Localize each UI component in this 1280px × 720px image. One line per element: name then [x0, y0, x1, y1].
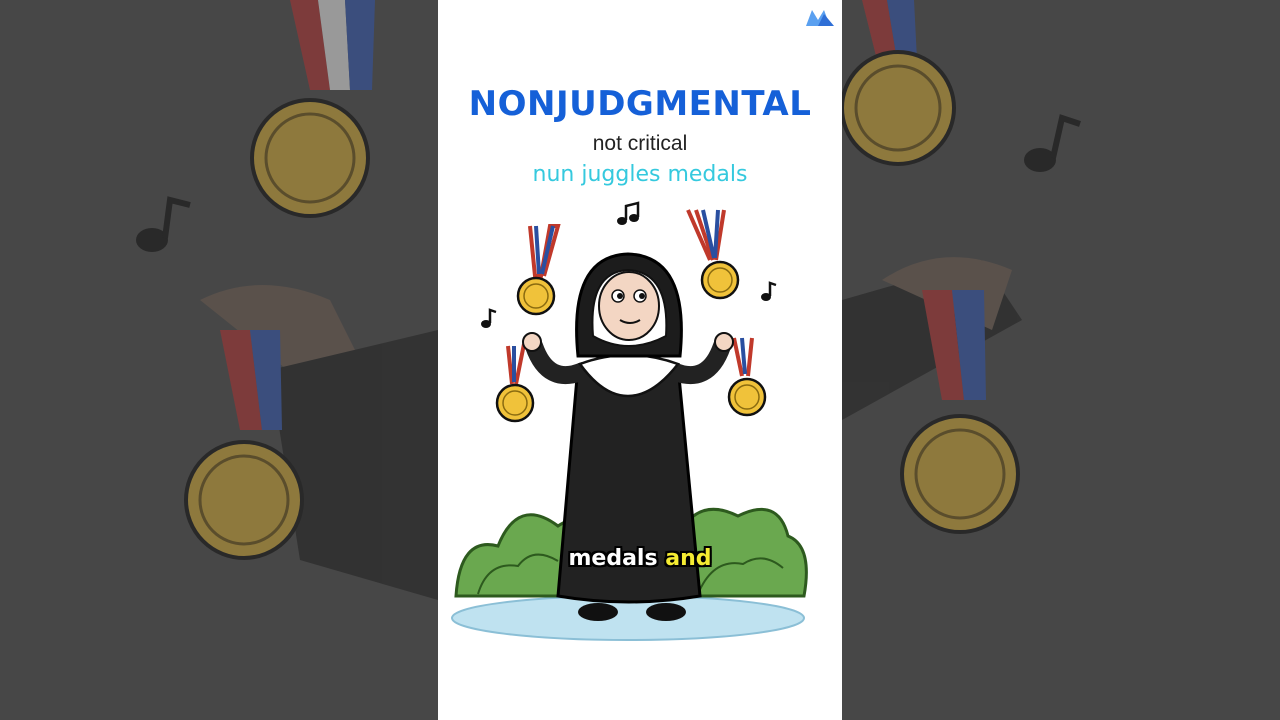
- medal-icon: [727, 337, 767, 417]
- video-frame: NONJUDGMENTAL not critical nun juggles m…: [438, 0, 842, 720]
- music-note-icon: [761, 281, 777, 301]
- background-left-panel: [0, 0, 438, 720]
- subtitle-caption: medals and: [438, 546, 842, 571]
- background-right-panel: [842, 0, 1280, 720]
- brand-logo-icon: [804, 8, 836, 28]
- caption-word: medals: [568, 546, 658, 571]
- medal-icon: [495, 343, 535, 423]
- mnemonic-phrase: nun juggles medals: [532, 162, 748, 187]
- nun-juggling-illustration: [451, 201, 808, 641]
- word-definition: not critical: [592, 132, 688, 155]
- caption-word-highlighted: and: [665, 546, 712, 571]
- music-note-icon: [481, 308, 497, 328]
- vocabulary-word: NONJUDGMENTAL: [468, 84, 812, 124]
- medal-icon: [686, 209, 740, 300]
- music-note-icon: [617, 201, 640, 225]
- medal-icon: [516, 224, 561, 316]
